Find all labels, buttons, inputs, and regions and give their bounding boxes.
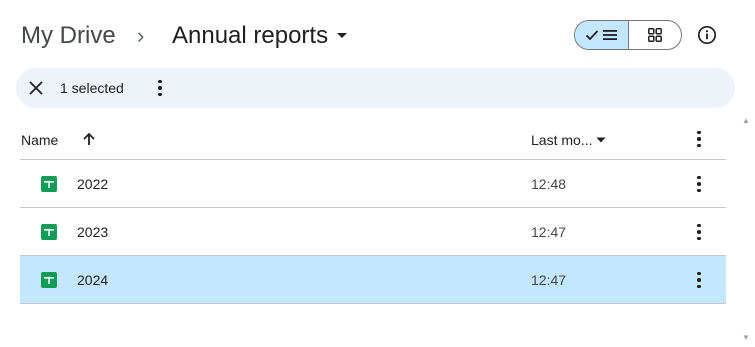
scroll-down-arrow[interactable]: ▼	[742, 333, 750, 342]
table-row[interactable]: 2022 12:48	[20, 160, 726, 208]
file-last-modified: 12:47	[531, 223, 567, 240]
clear-selection-button[interactable]	[29, 81, 43, 95]
selection-count: 1 selected	[60, 80, 124, 96]
column-header-last-modified[interactable]: Last mo...	[531, 132, 606, 148]
scroll-up-arrow[interactable]: ▲	[742, 116, 750, 125]
view-details-button[interactable]	[697, 25, 717, 45]
row-more-actions-button[interactable]	[689, 220, 709, 244]
list-view-button[interactable]	[575, 21, 629, 49]
row-more-actions-button[interactable]	[689, 268, 709, 292]
file-name: 2023	[77, 223, 109, 240]
grid-icon	[647, 28, 662, 42]
file-name: 2022	[77, 175, 109, 192]
column-header-name[interactable]: Name	[21, 132, 58, 148]
google-sheets-icon	[41, 272, 57, 288]
google-sheets-icon	[41, 176, 57, 192]
checkmark-icon	[586, 30, 599, 41]
file-last-modified: 12:48	[531, 175, 567, 192]
table-row-selected[interactable]: 2024 12:47	[20, 256, 726, 304]
list-icon	[603, 30, 618, 40]
grid-view-button[interactable]	[629, 21, 682, 49]
selection-more-actions-button[interactable]	[150, 76, 170, 100]
breadcrumb-separator: ›	[137, 23, 145, 48]
row-more-actions-button[interactable]	[689, 172, 709, 196]
column-options-button[interactable]	[689, 127, 709, 151]
breadcrumb-current-label: Annual reports	[172, 22, 329, 49]
arrow-up-icon	[83, 132, 95, 145]
close-icon	[29, 81, 43, 95]
info-icon	[697, 25, 717, 45]
breadcrumb-current-folder[interactable]: Annual reports	[172, 21, 348, 51]
breadcrumb-my-drive[interactable]: My Drive	[21, 21, 116, 51]
caret-down-icon	[596, 137, 606, 143]
sort-direction-button[interactable]	[81, 131, 97, 147]
table-row[interactable]: 2023 12:47	[20, 208, 726, 256]
last-modified-label: Last mo...	[531, 132, 593, 148]
google-sheets-icon	[41, 224, 57, 240]
selection-bar: 1 selected	[16, 68, 735, 108]
file-name: 2024	[77, 271, 109, 288]
view-toggle	[574, 20, 682, 50]
file-last-modified: 12:47	[531, 271, 567, 288]
caret-down-icon	[337, 33, 348, 38]
